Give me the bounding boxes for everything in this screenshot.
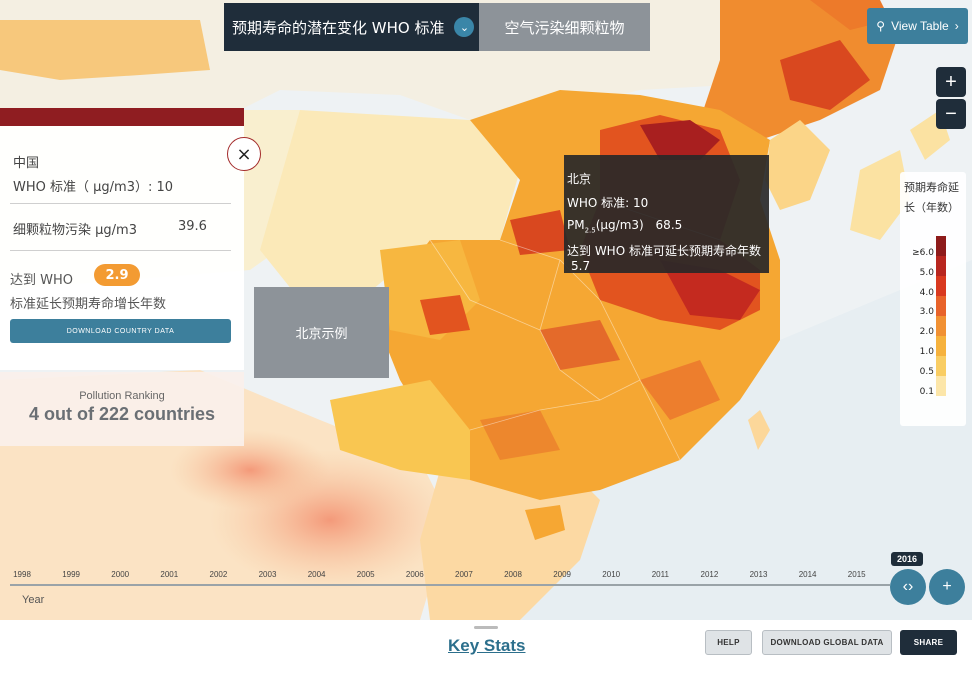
timeline-axis-label: Year xyxy=(22,594,45,606)
share-button[interactable]: SHARE xyxy=(900,630,957,655)
gain-value-badge: 2.9 xyxy=(94,264,140,286)
zoom-out-button[interactable]: − xyxy=(936,99,966,129)
legend-swatch xyxy=(936,336,946,357)
divider xyxy=(10,250,231,251)
pm-label: 细颗粒物污染 µg/m3 xyxy=(13,223,137,238)
ranking-title: Pollution Ranking xyxy=(79,390,165,402)
tooltip-gain-line: 达到 WHO 标准可延长预期寿命年数 5.7 xyxy=(567,242,769,273)
tooltip-pm-prefix: PM xyxy=(567,218,585,232)
selected-year-badge: 2016 xyxy=(891,552,923,566)
timeline-year-label[interactable]: 2000 xyxy=(111,570,129,579)
close-icon: × xyxy=(236,143,252,165)
timeline-add-button[interactable]: + xyxy=(929,569,965,605)
timeline-year-label[interactable]: 2005 xyxy=(357,570,375,579)
timeline-year-label[interactable]: 2012 xyxy=(700,570,718,579)
tooltip-city: 北京 xyxy=(567,172,592,186)
timeline-year-label[interactable]: 2002 xyxy=(209,570,227,579)
timeline-track[interactable] xyxy=(10,584,890,586)
country-panel: 中国 WHO 标准（ µg/m3）: 10 细颗粒物污染 µg/m3 39.6 … xyxy=(0,126,244,370)
chevron-down-icon[interactable]: ⌄ xyxy=(454,17,475,37)
timeline-year-label[interactable]: 2010 xyxy=(602,570,620,579)
legend-swatch xyxy=(936,356,946,377)
timeline-year-label[interactable]: 1999 xyxy=(62,570,80,579)
legend-label: 2.0 xyxy=(919,327,934,338)
search-icon: ⚲ xyxy=(876,19,886,33)
pollution-ranking: Pollution Ranking 4 out of 222 countries xyxy=(0,372,244,446)
year-timeline[interactable]: 1998 1999 2000 2001 2002 2003 2004 2005 2006 2007… xyxy=(0,562,972,620)
country-name: 中国 xyxy=(13,156,40,171)
timeline-year-label[interactable]: 2013 xyxy=(750,570,768,579)
legend-label: 1.0 xyxy=(919,347,934,357)
legend-swatch xyxy=(936,316,946,337)
legend-label: 4.0 xyxy=(919,287,934,298)
view-table-button[interactable]: ⚲ View Table › xyxy=(867,8,968,44)
timeline-year-label[interactable]: 2003 xyxy=(259,570,277,579)
chevron-right-icon: › xyxy=(954,19,959,33)
tooltip-gain-value: 5.7 xyxy=(571,259,591,273)
legend-label: 3.0 xyxy=(919,307,934,318)
tooltip-pm-suffix: (µg/m3) xyxy=(595,218,644,232)
legend-swatch xyxy=(936,296,946,317)
download-country-data-button[interactable]: DOWNLOAD COUNTRY DATA xyxy=(10,319,231,343)
legend-swatch xyxy=(936,276,946,297)
tooltip-pm-line: PM2.5(µg/m3) 68.5 xyxy=(567,218,682,234)
timeline-scrub-button[interactable]: ‹› xyxy=(890,569,926,605)
metric-option-pm25[interactable]: 空气污染细颗粒物 xyxy=(479,3,650,51)
zoom-in-button[interactable]: + xyxy=(936,67,966,97)
legend-label: 5.0 xyxy=(919,267,934,278)
gain-label-2: 标准延长预期寿命增长年数 xyxy=(10,297,167,312)
timeline-year-label[interactable]: 2004 xyxy=(308,570,326,579)
example-label: 北京示例 xyxy=(295,327,348,342)
beijing-tooltip: 北京 WHO 标准: 10 PM2.5(µg/m3) 68.5 达到 WHO 标… xyxy=(564,155,769,273)
footer-bar: Key Stats HELP DOWNLOAD GLOBAL DATA SHAR… xyxy=(0,620,972,673)
timeline-year-label[interactable]: 2007 xyxy=(455,570,473,579)
legend-swatch xyxy=(936,256,946,277)
metric-dropdown[interactable]: 预期寿命的潜在变化 WHO 标准 ⌄ xyxy=(224,3,479,51)
map-legend: 预期寿命延长（年数） ≥6.0 5.0 4.0 3.0 2.0 1.0 0.5 0.1 xyxy=(900,172,966,426)
timeline-year-label[interactable]: 2008 xyxy=(504,570,522,579)
legend-swatch xyxy=(936,376,946,396)
who-standard-text: WHO 标准（ µg/m3）: 10 xyxy=(13,180,174,195)
drag-handle[interactable] xyxy=(474,626,498,629)
timeline-year-label[interactable]: 2009 xyxy=(553,570,571,579)
legend-color-scale xyxy=(936,236,946,396)
legend-swatch xyxy=(936,236,946,257)
beijing-example-box: 北京示例 xyxy=(254,287,389,378)
view-table-label: View Table xyxy=(891,19,949,33)
kazakhstan-region xyxy=(0,20,210,80)
legend-title: 预期寿命延长（年数） xyxy=(904,181,959,214)
tooltip-gain-label: 达到 WHO 标准可延长预期寿命年数 xyxy=(567,244,761,258)
help-button[interactable]: HELP xyxy=(705,630,752,655)
timeline-year-label[interactable]: 2011 xyxy=(652,570,669,579)
gain-label-1: 达到 WHO xyxy=(10,273,73,288)
metric-selected-label: 预期寿命的潜在变化 WHO 标准 xyxy=(232,18,445,37)
tooltip-pm-sub: 2.5 xyxy=(584,226,596,235)
download-global-data-button[interactable]: DOWNLOAD GLOBAL DATA xyxy=(762,630,892,655)
divider xyxy=(10,203,231,204)
key-stats-link[interactable]: Key Stats xyxy=(448,636,525,656)
timeline-year-label[interactable]: 2014 xyxy=(799,570,817,579)
timeline-year-label[interactable]: 1998 xyxy=(13,570,31,579)
metric-alternate-label: 空气污染细颗粒物 xyxy=(504,18,625,37)
legend-label: 0.5 xyxy=(919,366,934,377)
timeline-year-label[interactable]: 2006 xyxy=(406,570,424,579)
close-panel-button[interactable]: × xyxy=(227,137,261,171)
timeline-year-label[interactable]: 2001 xyxy=(160,570,178,579)
panel-header-bar xyxy=(0,108,244,126)
ranking-value: 4 out of 222 countries xyxy=(28,404,216,424)
timeline-year-label[interactable]: 2015 xyxy=(848,570,866,579)
legend-label: 0.1 xyxy=(919,386,934,397)
legend-label: ≥6.0 xyxy=(912,248,934,258)
tooltip-who-standard: WHO 标准: 10 xyxy=(567,196,649,210)
pm-value: 39.6 xyxy=(178,219,207,234)
tooltip-pm-value: 68.5 xyxy=(655,218,683,232)
